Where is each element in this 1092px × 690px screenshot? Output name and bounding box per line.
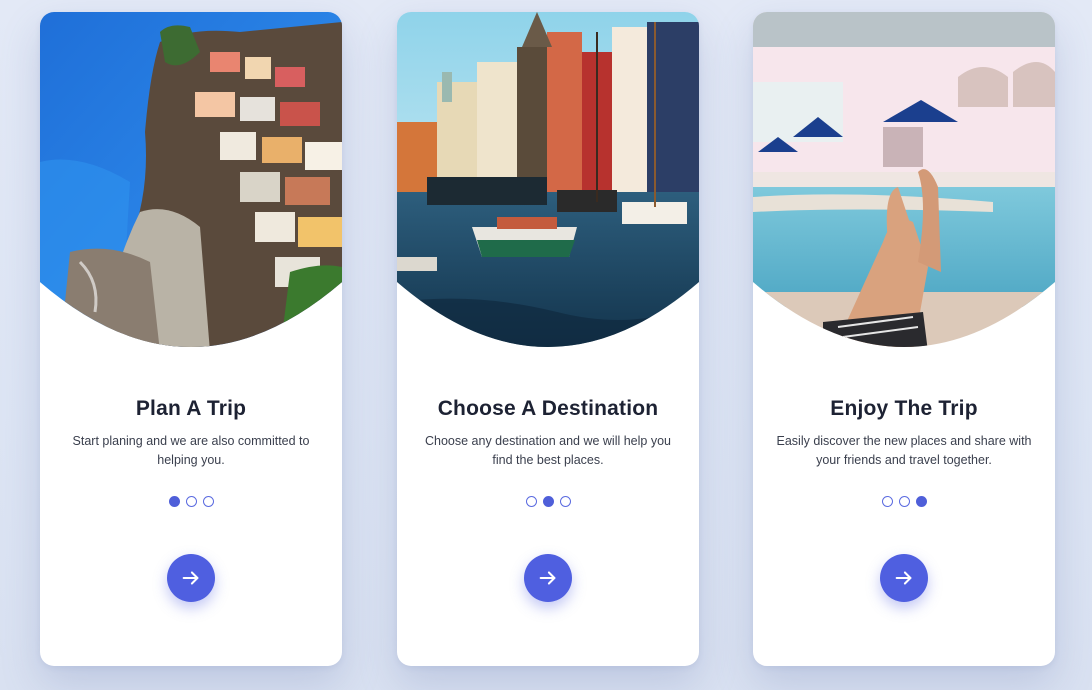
coastal-cliff-village-photo bbox=[40, 12, 342, 352]
pagination-dots bbox=[40, 496, 342, 507]
slide-title: Plan A Trip bbox=[135, 397, 247, 420]
pagination-dot-2[interactable] bbox=[898, 496, 910, 507]
onboarding-card-choose-destination: Choose A Destination Choose any destinat… bbox=[397, 12, 699, 666]
slide-title: Choose A Destination bbox=[437, 397, 659, 420]
next-button[interactable] bbox=[524, 554, 572, 602]
pagination-dot-3[interactable] bbox=[202, 496, 214, 507]
arrow-right-icon bbox=[895, 571, 912, 585]
pagination-dots bbox=[753, 496, 1055, 507]
poolside-resort-photo bbox=[753, 12, 1055, 352]
pagination-dot-2[interactable] bbox=[185, 496, 197, 507]
pagination-dot-2[interactable] bbox=[542, 496, 554, 507]
arrow-right-icon bbox=[182, 571, 199, 585]
pagination-dot-3[interactable] bbox=[559, 496, 571, 507]
pagination-dot-1[interactable] bbox=[168, 496, 180, 507]
pagination-dots bbox=[397, 496, 699, 507]
slide-description: Easily discover the new places and share… bbox=[776, 434, 1032, 467]
onboarding-card-plan-trip: Plan A Trip Start planing and we are als… bbox=[40, 12, 342, 666]
pagination-dot-3[interactable] bbox=[915, 496, 927, 507]
next-button[interactable] bbox=[167, 554, 215, 602]
slide-title: Enjoy The Trip bbox=[830, 397, 978, 420]
next-button[interactable] bbox=[880, 554, 928, 602]
slide-description: Start planing and we are also committed … bbox=[72, 434, 310, 467]
slide-description: Choose any destination and we will help … bbox=[425, 434, 671, 467]
onboarding-showcase: Plan A Trip Start planing and we are als… bbox=[0, 0, 1092, 690]
arrow-right-icon bbox=[539, 571, 556, 585]
pagination-dot-1[interactable] bbox=[525, 496, 537, 507]
pagination-dot-1[interactable] bbox=[881, 496, 893, 507]
onboarding-card-enjoy-trip: Enjoy The Trip Easily discover the new p… bbox=[753, 12, 1055, 666]
canal-boats-city-photo bbox=[397, 12, 699, 352]
